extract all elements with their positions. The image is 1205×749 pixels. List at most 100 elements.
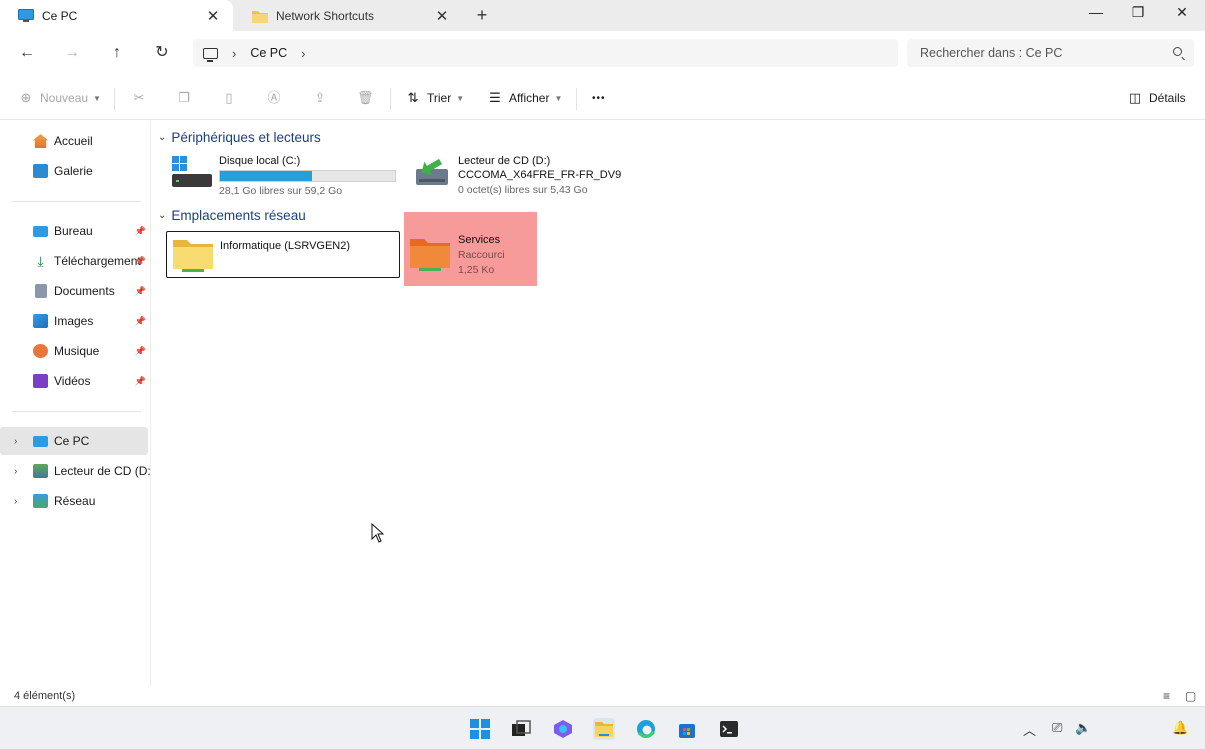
network-location-services[interactable]: Services Raccourci 1,25 Ko <box>404 212 537 286</box>
pin-icon[interactable]: 📌 <box>135 286 146 297</box>
scissors-icon: ✂ <box>133 90 145 105</box>
sidebar-label: Téléchargement <box>54 254 141 268</box>
group-title: Emplacements réseau <box>171 208 306 223</box>
search-icon <box>1173 47 1182 56</box>
file-explorer-icon[interactable] <box>593 718 615 740</box>
taskbar: ︿ ⎚ 🔈 🔔 <box>0 706 1205 749</box>
delete-button[interactable]: 🗑 <box>357 88 379 108</box>
chevron-right-icon[interactable]: › <box>14 496 17 507</box>
task-view-icon[interactable] <box>510 718 532 740</box>
tab-ce-pc[interactable]: Ce PC ✕ <box>0 0 233 31</box>
sidebar-label: Réseau <box>54 494 96 508</box>
chevron-down-icon: ▼ <box>456 93 465 103</box>
chevron-right-icon[interactable]: › <box>14 436 17 447</box>
network-status-icon[interactable]: ⎚ <box>1052 720 1062 736</box>
chevron-up-icon[interactable]: ︿ <box>1023 720 1036 739</box>
copilot-icon[interactable] <box>552 718 574 740</box>
tiles-view-icon[interactable]: ▢ <box>1185 689 1196 703</box>
new-tab-button[interactable]: + <box>472 5 492 26</box>
pin-icon[interactable]: 📌 <box>135 226 146 237</box>
close-tab-icon[interactable]: ✕ <box>205 7 221 25</box>
images-icon <box>33 314 48 328</box>
network-location-informatique[interactable]: Informatique (LSRVGEN2) <box>166 231 400 278</box>
view-list-icon: ☰ <box>489 90 501 105</box>
up-icon[interactable]: ↑ <box>106 42 128 64</box>
details-label: Détails <box>1149 91 1186 105</box>
network-folder-icon <box>173 240 213 272</box>
group-title: Périphériques et lecteurs <box>171 130 321 145</box>
share-button[interactable]: ⇪ <box>312 88 334 108</box>
sidebar-label: Documents <box>54 284 115 298</box>
drive-usage-bar <box>219 170 396 182</box>
sidebar-item-galerie[interactable]: Galerie <box>0 157 151 185</box>
sidebar-item-telechargement[interactable]: ⤓ Téléchargement 📌 <box>0 247 151 275</box>
pin-icon[interactable]: 📌 <box>135 316 146 327</box>
sidebar-item-accueil[interactable]: Accueil <box>0 127 151 155</box>
sidebar-item-videos[interactable]: Vidéos 📌 <box>0 367 151 395</box>
view-button[interactable]: ☰ Afficher ▼ <box>487 88 562 108</box>
tab-label: Ce PC <box>42 8 78 23</box>
drive-free-space: 0 octet(s) libres sur 5,43 Go <box>458 184 588 196</box>
copy-button[interactable]: ❐ <box>176 88 198 108</box>
chevron-right-icon[interactable]: › <box>232 46 236 61</box>
search-input[interactable]: Rechercher dans : Ce PC <box>907 39 1194 67</box>
volume-icon[interactable]: 🔈 <box>1075 720 1091 736</box>
sort-button[interactable]: ⇅ Trier ▼ <box>405 88 465 108</box>
notification-bell-icon[interactable]: 🔔 <box>1172 720 1188 736</box>
chevron-right-icon[interactable]: › <box>14 466 17 477</box>
desktop-icon <box>33 225 48 237</box>
breadcrumb[interactable]: › Ce PC › <box>193 39 898 67</box>
refresh-icon[interactable]: ↻ <box>151 42 173 64</box>
tab-network-shortcuts[interactable]: Network Shortcuts ✕ <box>234 0 462 31</box>
sidebar-label: Musique <box>54 344 100 358</box>
cut-button[interactable]: ✂ <box>131 88 153 108</box>
restore-icon[interactable]: ❐ <box>1126 4 1150 21</box>
drive-usage-fill <box>220 171 312 181</box>
search-placeholder: Rechercher dans : Ce PC <box>920 46 1063 60</box>
start-icon[interactable] <box>469 718 491 740</box>
rename-icon: Ⓐ <box>267 90 281 105</box>
drive-d-tile[interactable]: Lecteur de CD (D:) CCCOMA_X64FRE_FR-FR_D… <box>410 151 650 196</box>
command-bar: ⊕ Nouveau ▼ ✂ ❐ ▯ Ⓐ ⇪ 🗑 ⇅ Trier ▼ ☰ Affi… <box>0 76 1205 120</box>
details-view-icon[interactable]: ≡ <box>1163 689 1170 703</box>
home-icon <box>33 134 48 148</box>
status-bar: 4 élément(s) ≡ ▢ <box>0 686 1205 706</box>
sidebar-item-reseau[interactable]: › Réseau <box>0 487 151 515</box>
sidebar-item-images[interactable]: Images 📌 <box>0 307 151 335</box>
mouse-cursor-icon <box>371 523 385 543</box>
gallery-icon <box>33 164 48 178</box>
drive-free-space: 28,1 Go libres sur 59,2 Go <box>219 185 343 197</box>
details-button[interactable]: ◫ Détails <box>1127 88 1186 108</box>
new-button[interactable]: ⊕ Nouveau ▼ <box>18 88 101 108</box>
sidebar-item-musique[interactable]: Musique 📌 <box>0 337 151 365</box>
breadcrumb-item-ce-pc[interactable]: Ce PC <box>250 46 287 60</box>
sidebar-item-cd-drive[interactable]: › Lecteur de CD (D:) C <box>0 457 151 485</box>
store-icon[interactable] <box>676 718 698 740</box>
forward-icon[interactable]: → <box>61 42 83 64</box>
drive-c-tile[interactable]: Disque local (C:) 28,1 Go libres sur 59,… <box>166 151 401 197</box>
terminal-icon[interactable] <box>718 718 740 740</box>
back-icon[interactable]: ← <box>16 42 38 64</box>
paste-button[interactable]: ▯ <box>221 88 243 108</box>
details-pane-icon: ◫ <box>1128 90 1142 105</box>
hard-drive-icon <box>172 156 212 187</box>
close-window-icon[interactable]: ✕ <box>1170 4 1194 21</box>
toolbar-divider <box>390 88 391 110</box>
group-header-devices[interactable]: ⌄ Périphériques et lecteurs <box>158 130 321 145</box>
pin-icon[interactable]: 📌 <box>135 376 146 387</box>
sidebar-item-documents[interactable]: Documents 📌 <box>0 277 151 305</box>
more-options-button[interactable]: ••• <box>592 88 606 108</box>
pin-icon[interactable]: 📌 <box>135 256 146 267</box>
edge-icon[interactable] <box>635 718 657 740</box>
group-header-network[interactable]: ⌄ Emplacements réseau <box>158 208 306 223</box>
close-tab-icon[interactable]: ✕ <box>434 7 450 25</box>
sidebar-item-bureau[interactable]: Bureau 📌 <box>0 217 151 245</box>
minimize-icon[interactable]: — <box>1084 4 1108 20</box>
documents-icon <box>35 284 47 298</box>
pin-icon[interactable]: 📌 <box>135 346 146 357</box>
sidebar-item-ce-pc[interactable]: › Ce PC <box>0 427 148 455</box>
rename-button[interactable]: Ⓐ <box>266 88 288 108</box>
chevron-down-icon[interactable]: ⌄ <box>158 132 166 143</box>
chevron-right-icon[interactable]: › <box>301 46 305 61</box>
chevron-down-icon[interactable]: ⌄ <box>158 210 166 221</box>
